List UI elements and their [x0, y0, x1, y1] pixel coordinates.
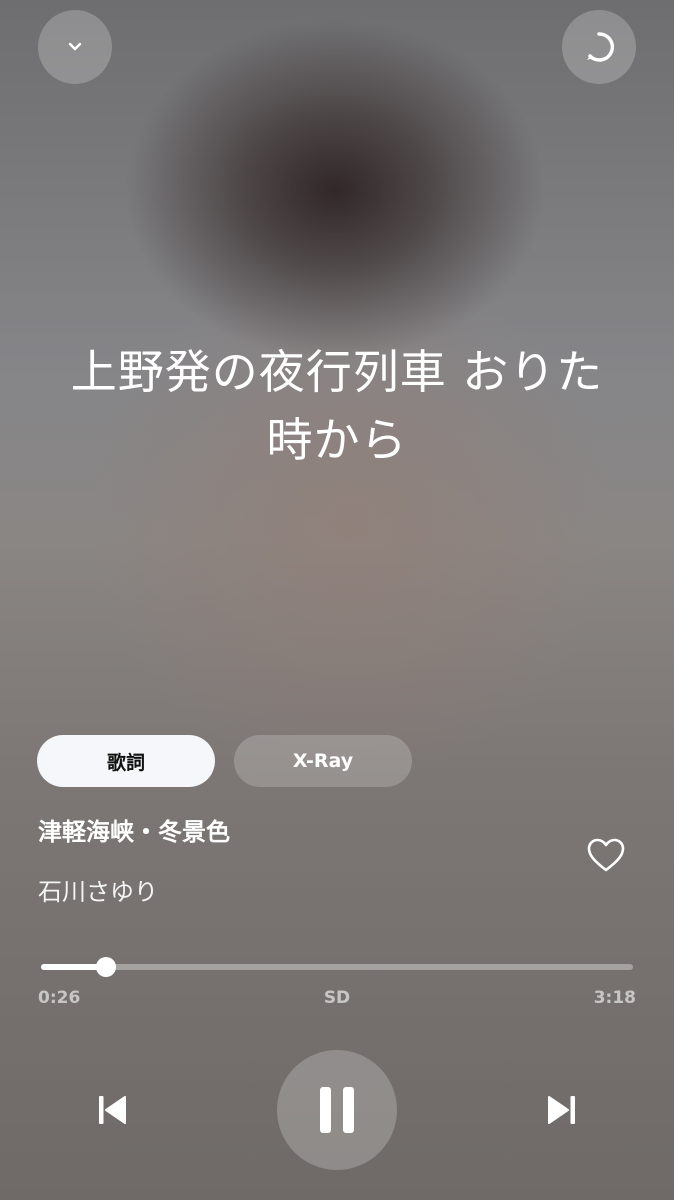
tab-xray[interactable]: X-Ray — [234, 735, 412, 787]
alexa-ring-icon — [587, 32, 615, 62]
pause-icon — [320, 1087, 354, 1133]
progress-thumb[interactable] — [96, 957, 117, 977]
tab-lyrics[interactable]: 歌詞 — [37, 735, 215, 787]
current-lyric: 上野発の夜行列車 おりた 時から — [20, 338, 654, 474]
artist-name[interactable]: 石川さゆり — [38, 872, 158, 907]
total-time: 3:18 — [593, 988, 636, 1008]
heart-outline-icon — [587, 838, 625, 872]
song-title[interactable]: 津軽海峡・冬景色 — [38, 812, 230, 847]
alexa-button[interactable] — [562, 10, 636, 84]
next-button[interactable] — [540, 1088, 584, 1132]
pause-button[interactable] — [277, 1050, 397, 1170]
skip-previous-icon — [99, 1096, 126, 1124]
previous-button[interactable] — [90, 1088, 134, 1132]
lyric-line-1: 上野発の夜行列車 おりた — [70, 345, 604, 399]
collapse-button[interactable] — [38, 10, 112, 84]
audio-quality-label: SD — [323, 988, 351, 1008]
chevron-down-icon — [68, 42, 82, 51]
like-button[interactable] — [584, 834, 628, 878]
progress-bar[interactable] — [41, 957, 633, 977]
lyric-line-2: 時から — [266, 413, 408, 467]
skip-next-icon — [548, 1096, 575, 1124]
